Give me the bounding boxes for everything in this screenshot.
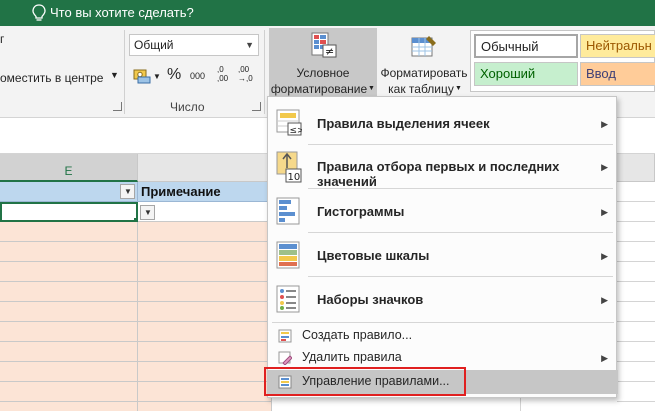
grid-vline xyxy=(520,398,521,411)
format-as-table-icon xyxy=(410,34,438,60)
chevron-down-icon[interactable]: ▼ xyxy=(110,70,119,80)
number-launcher-icon[interactable] xyxy=(252,102,261,111)
highlight-cells-rules-icon: ≤> xyxy=(276,109,305,137)
ribbon-fragment: г xyxy=(0,32,5,46)
tell-me-input[interactable]: Что вы хотите сделать? xyxy=(50,5,194,20)
selected-cell[interactable] xyxy=(0,202,138,222)
menu-separator xyxy=(308,188,613,189)
menu-item-label: Создать правило... xyxy=(302,328,413,342)
table-header-cell-note[interactable]: Примечание xyxy=(138,182,272,202)
menu-item-icon-sets[interactable]: Наборы значков ▶ xyxy=(268,279,618,319)
chevron-down-icon[interactable]: ▼ xyxy=(153,72,161,81)
lightbulb-icon xyxy=(32,4,46,22)
number-format-value: Общий xyxy=(134,38,174,52)
fat-label-line1: Форматировать xyxy=(380,66,468,80)
menu-item-top-bottom-rules[interactable]: 10 Правила отбора первых и последних зна… xyxy=(268,147,618,189)
increase-decimal-button[interactable]: ,0 ,00 xyxy=(217,65,235,85)
data-rows xyxy=(0,222,272,411)
menu-item-highlight-cells-rules[interactable]: ≤> Правила выделения ячеек ▶ xyxy=(268,103,618,143)
top-bottom-rules-icon: 10 xyxy=(276,151,302,183)
menu-separator xyxy=(308,276,613,277)
menu-item-label: Правила отбора первых и последних значен… xyxy=(317,159,560,189)
chevron-down-icon: ▼ xyxy=(368,85,375,92)
percent-button[interactable]: % xyxy=(167,66,181,84)
svg-text:≤>: ≤> xyxy=(290,126,303,136)
chevron-down-icon: ▼ xyxy=(455,85,462,92)
menu-separator xyxy=(308,232,613,233)
right-gridlines xyxy=(617,182,655,411)
style-good[interactable]: Хороший xyxy=(474,62,578,86)
data-bars-icon xyxy=(276,197,302,225)
submenu-arrow-icon: ▶ xyxy=(601,353,608,363)
menu-item-label: Цветовые шкалы xyxy=(317,248,430,263)
submenu-arrow-icon: ▶ xyxy=(601,207,608,217)
svg-text:10: 10 xyxy=(288,172,301,183)
decrease-decimal-button[interactable]: ,00 →,0 xyxy=(238,65,258,85)
new-rule-icon xyxy=(278,329,292,343)
menu-item-label: Гистограммы xyxy=(317,204,405,219)
highlight-annotation-box xyxy=(264,367,466,396)
cell-dropdown-icon[interactable]: ▼ xyxy=(140,205,155,220)
column-header-f[interactable] xyxy=(138,154,272,182)
style-input[interactable]: Ввод xyxy=(580,62,655,86)
column-header-e[interactable]: E xyxy=(0,154,138,182)
cf-label-line2: форматирование xyxy=(270,82,368,96)
svg-text:≠: ≠ xyxy=(325,45,334,58)
group-label-number: Число xyxy=(170,100,205,114)
submenu-arrow-icon: ▶ xyxy=(601,295,608,305)
header-note-label: Примечание xyxy=(141,184,221,199)
conditional-formatting-icon: ≠ xyxy=(311,32,337,60)
column-header-next[interactable] xyxy=(620,154,655,182)
format-as-table-button[interactable]: Форматировать как таблицу ▼ xyxy=(378,28,470,98)
merge-center-button[interactable]: оместить в центре xyxy=(0,71,103,85)
thousands-button[interactable]: 000 xyxy=(190,71,205,81)
group-separator xyxy=(124,30,125,114)
menu-item-clear-rules[interactable]: Удалить правила ▶ xyxy=(268,347,618,369)
filter-dropdown-icon[interactable]: ▼ xyxy=(120,184,135,199)
menu-item-label: Правила выделения ячеек xyxy=(317,116,490,131)
tell-me-bar: Что вы хотите сделать? xyxy=(0,0,655,26)
fat-label-line2: как таблицу xyxy=(388,82,454,96)
lower-gridlines xyxy=(520,398,617,411)
currency-icon[interactable] xyxy=(133,67,153,85)
conditional-formatting-menu: ≤> Правила выделения ячеек ▶ 10 Правила … xyxy=(267,96,618,398)
submenu-arrow-icon: ▶ xyxy=(601,119,608,129)
number-format-select[interactable]: Общий ▼ xyxy=(129,34,259,56)
submenu-arrow-icon: ▶ xyxy=(601,162,608,172)
cf-label-line1: Условное xyxy=(296,66,350,80)
menu-separator xyxy=(308,144,613,145)
color-scales-icon xyxy=(276,241,302,269)
submenu-arrow-icon: ▶ xyxy=(601,251,608,261)
menu-item-color-scales[interactable]: Цветовые шкалы ▶ xyxy=(268,235,618,275)
table-header-cell-e[interactable]: ▼ xyxy=(0,182,138,202)
menu-item-label: Удалить правила xyxy=(302,350,402,364)
cell-note-row1[interactable]: ▼ xyxy=(138,202,272,222)
menu-item-data-bars[interactable]: Гистограммы ▶ xyxy=(268,191,618,231)
style-normal[interactable]: Обычный xyxy=(474,34,578,58)
alignment-launcher-icon[interactable] xyxy=(113,102,122,111)
menu-item-new-rule[interactable]: Создать правило... xyxy=(268,325,618,347)
menu-separator xyxy=(272,322,614,323)
row-gridlines xyxy=(0,222,272,411)
icon-sets-icon xyxy=(276,285,302,313)
clear-rules-icon xyxy=(278,351,293,366)
conditional-formatting-button[interactable]: ≠ Условное форматирование ▼ xyxy=(269,28,377,98)
style-neutral[interactable]: Нейтральн xyxy=(580,34,655,58)
group-separator xyxy=(264,30,265,114)
chevron-down-icon: ▼ xyxy=(245,40,254,50)
menu-item-label: Наборы значков xyxy=(317,292,424,307)
